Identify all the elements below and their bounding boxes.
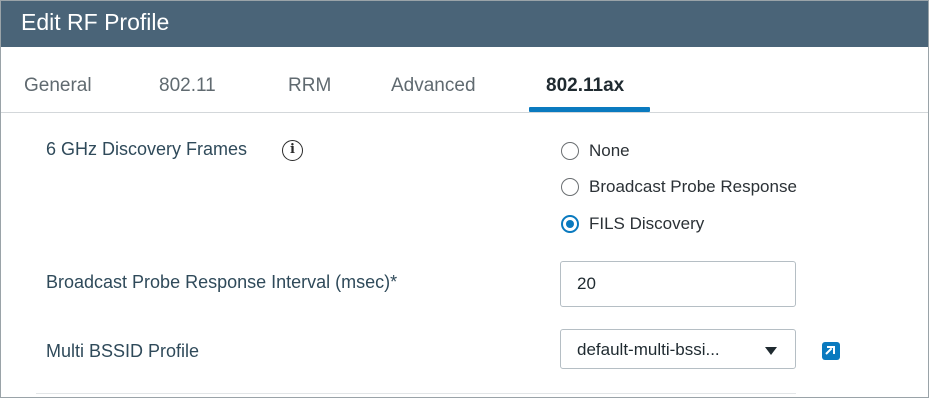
tab-rrm[interactable]: RRM: [288, 75, 331, 97]
radio-broadcast-probe-response-button[interactable]: [561, 178, 579, 196]
radio-none-button[interactable]: [561, 142, 579, 160]
tab-802-11[interactable]: 802.11: [159, 75, 216, 97]
bottom-divider: [36, 393, 796, 394]
dialog-title-bar: Edit RF Profile: [1, 1, 928, 47]
edit-rf-profile-dialog: Edit RF Profile General 802.11 RRM Advan…: [0, 0, 929, 398]
multi-bssid-profile-value: default-multi-bssi...: [577, 340, 720, 359]
discovery-frames-label: 6 GHz Discovery Frames: [46, 139, 248, 159]
tab-bar: General 802.11 RRM Advanced 802.11ax: [1, 47, 928, 113]
tab-advanced[interactable]: Advanced: [391, 75, 476, 97]
probe-interval-label: Broadcast Probe Response Interval (msec)…: [46, 272, 398, 292]
multi-bssid-profile-label: Multi BSSID Profile: [46, 341, 200, 361]
caret-down-icon: [765, 347, 777, 355]
dialog-title: Edit RF Profile: [21, 9, 170, 35]
radio-broadcast-probe-response-label: Broadcast Probe Response: [589, 177, 797, 196]
info-icon[interactable]: i: [282, 140, 303, 161]
probe-interval-input[interactable]: [560, 261, 796, 307]
edit-link-icon[interactable]: [822, 342, 840, 360]
tab-802-11ax[interactable]: 802.11ax: [546, 75, 624, 97]
radio-fils-discovery-button[interactable]: [561, 215, 579, 233]
radio-none-label: None: [589, 141, 630, 160]
radio-fils-discovery-label: FILS Discovery: [589, 214, 705, 233]
active-tab-indicator: [529, 107, 650, 112]
tab-general[interactable]: General: [24, 75, 92, 97]
multi-bssid-profile-select[interactable]: default-multi-bssi...: [560, 329, 796, 369]
